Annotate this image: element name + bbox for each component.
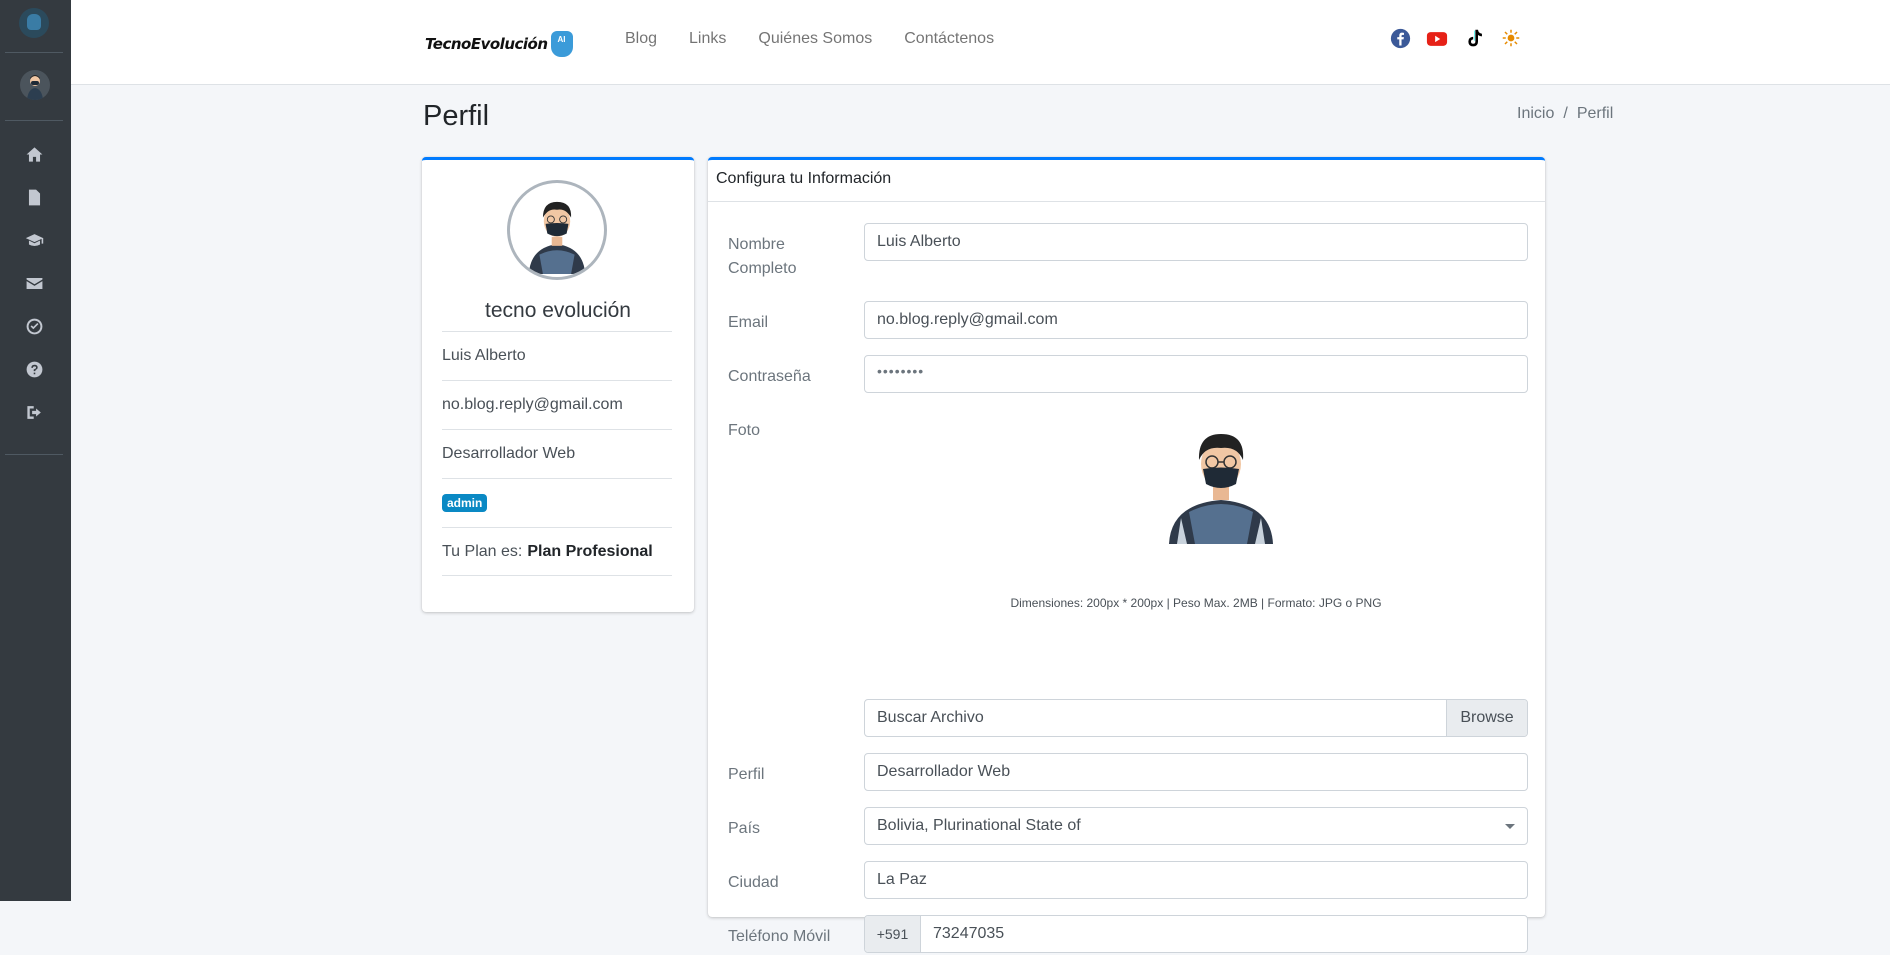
profile-field[interactable]: Desarrollador Web	[864, 753, 1528, 791]
profile-avatar	[507, 180, 607, 280]
top-navbar: TecnoEvolución AI Blog Links Quiénes Som…	[71, 0, 1890, 85]
photo-hint: Dimensiones: 200px * 200px | Peso Max. 2…	[1010, 596, 1382, 610]
brand-badge-icon: AI	[550, 31, 573, 57]
form-row-photo: Foto Dimensiones: 200px * 200px | Peso M…	[728, 409, 1528, 699]
form-row-city: Ciudad La Paz	[728, 861, 1528, 901]
user-avatar[interactable]	[20, 70, 50, 100]
envelope-icon[interactable]	[22, 271, 46, 295]
graduation-cap-icon[interactable]	[22, 228, 46, 252]
page-title: Perfil	[423, 100, 490, 132]
form-row-email: Email no.blog.reply@gmail.com	[728, 301, 1528, 341]
profile-card: tecno evolución Luis Alberto no.blog.rep…	[422, 157, 694, 612]
profile-role: Desarrollador Web	[442, 445, 576, 462]
question-circle-icon[interactable]	[22, 357, 46, 381]
settings-form-card: Configura tu Información Nombre Completo…	[708, 157, 1545, 953]
brand-text: TecnoEvolución	[425, 35, 548, 53]
sign-out-icon[interactable]	[22, 400, 46, 424]
password-label: Contraseña	[728, 368, 811, 385]
browse-button[interactable]: Browse	[1446, 700, 1527, 736]
sun-icon[interactable]	[1500, 27, 1522, 49]
content-wrapper: Perfil Inicio / Perfil tecno evolución L…	[71, 86, 1890, 953]
facebook-icon[interactable]	[1389, 27, 1411, 49]
country-label: País	[728, 820, 761, 837]
plan-name: Plan Profesional	[527, 542, 653, 560]
list-item: Desarrollador Web	[442, 429, 672, 478]
phone-input-group: +591 73247035	[864, 915, 1528, 953]
city-label: Ciudad	[728, 874, 779, 891]
form-row-country: País Bolivia, Plurinational State of	[728, 807, 1528, 847]
nav-link-blog[interactable]: Blog	[609, 28, 673, 50]
form-row-phone: Teléfono Móvil +591 73247035	[728, 915, 1528, 955]
sidebar-divider	[5, 120, 63, 121]
breadcrumb-separator: /	[1563, 105, 1568, 122]
form-row-name: Nombre Completo Luis Alberto	[728, 223, 1528, 283]
breadcrumb: Inicio / Perfil	[1517, 105, 1613, 123]
plan-label: Tu Plan es:	[442, 542, 523, 560]
nav-link-quienes-somos[interactable]: Quiénes Somos	[742, 28, 888, 50]
main-nav: Blog Links Quiénes Somos Contáctenos	[609, 28, 1010, 50]
check-circle-icon[interactable]	[22, 314, 46, 338]
list-item: Luis Alberto	[442, 331, 672, 380]
sidebar-divider	[5, 52, 63, 53]
phone-prefix: +591	[865, 916, 921, 952]
list-item: no.blog.reply@gmail.com	[442, 380, 672, 429]
phone-field[interactable]: 73247035	[921, 916, 1016, 952]
home-icon[interactable]	[22, 142, 46, 166]
city-field[interactable]: La Paz	[864, 861, 1528, 899]
photo-preview	[1161, 414, 1281, 544]
nav-link-contactenos[interactable]: Contáctenos	[888, 28, 1010, 50]
role-badge: admin	[442, 494, 488, 512]
file-icon[interactable]	[22, 185, 46, 209]
profile-name: tecno evolución	[485, 299, 631, 322]
nav-link-links[interactable]: Links	[673, 28, 742, 50]
sidebar-divider	[5, 454, 63, 455]
social-links	[1389, 27, 1522, 49]
list-item: Tu Plan es: Plan Profesional	[442, 527, 672, 576]
breadcrumb-home-link[interactable]: Inicio	[1517, 105, 1554, 123]
file-upload-text[interactable]: Buscar Archivo	[865, 700, 1446, 736]
breadcrumb-current: Perfil	[1576, 105, 1614, 122]
email-label: Email	[728, 314, 769, 331]
name-field[interactable]: Luis Alberto	[864, 223, 1528, 261]
form-row-profile: Perfil Desarrollador Web	[728, 753, 1528, 793]
phone-label: Teléfono Móvil	[728, 928, 831, 945]
profile-label: Perfil	[728, 766, 765, 783]
photo-label: Foto	[728, 422, 761, 439]
sidebar	[0, 0, 71, 901]
profile-details-list: Luis Alberto no.blog.reply@gmail.com Des…	[442, 331, 672, 576]
password-field[interactable]: ••••••••	[864, 355, 1528, 393]
profile-full-name: Luis Alberto	[442, 347, 526, 364]
app-logo-icon[interactable]	[19, 8, 49, 38]
name-label: Nombre Completo	[728, 236, 797, 277]
tiktok-icon[interactable]	[1463, 27, 1485, 49]
file-upload-input[interactable]: Buscar Archivo Browse	[864, 699, 1528, 737]
brand-logo[interactable]: TecnoEvolución AI	[425, 28, 573, 60]
form-row-file: Buscar Archivo Browse	[728, 699, 1528, 739]
profile-email: no.blog.reply@gmail.com	[442, 396, 623, 413]
list-item: admin	[442, 478, 672, 527]
email-field[interactable]: no.blog.reply@gmail.com	[864, 301, 1528, 339]
form-row-password: Contraseña ••••••••	[728, 355, 1528, 395]
country-select[interactable]: Bolivia, Plurinational State of	[864, 807, 1528, 845]
youtube-icon[interactable]	[1426, 27, 1448, 49]
form-card-header: Configura tu Información	[708, 160, 1545, 202]
